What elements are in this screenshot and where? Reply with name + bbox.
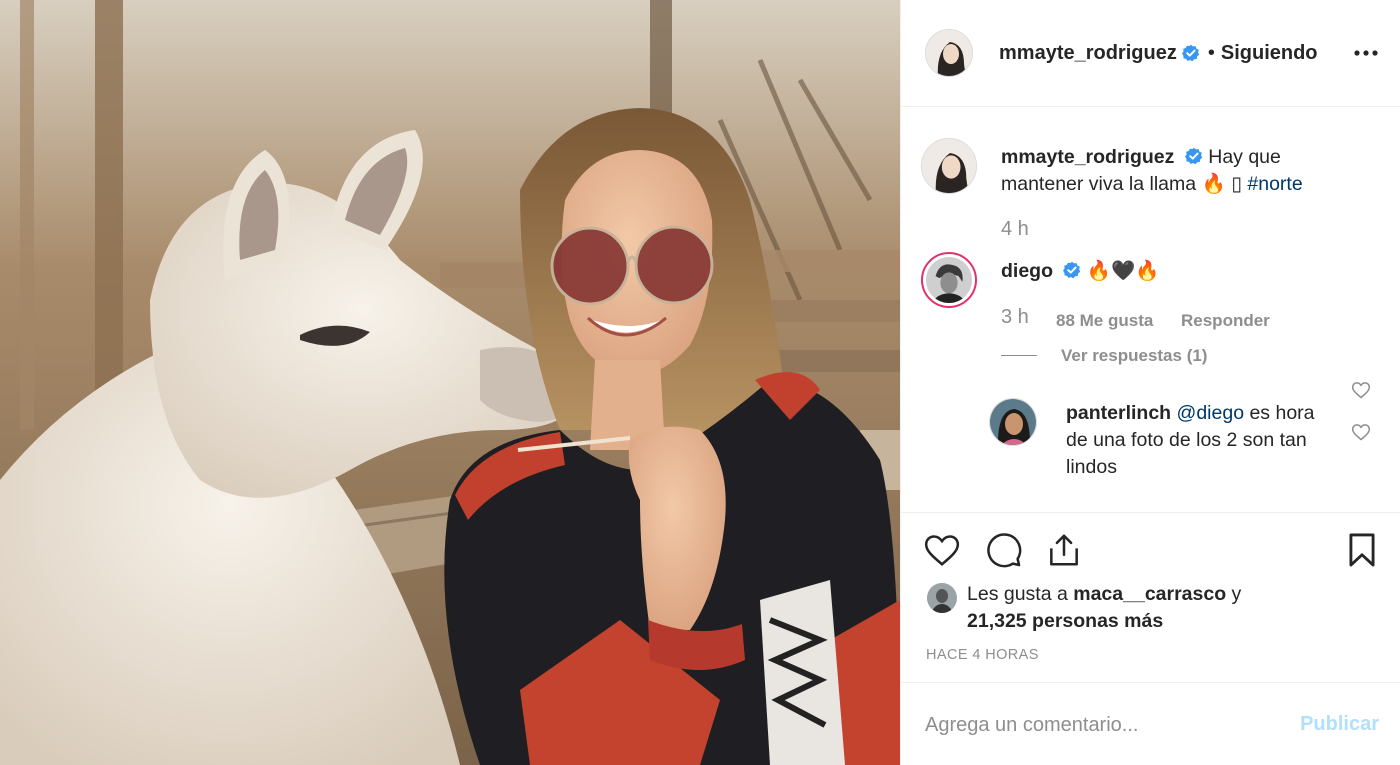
liker-username[interactable]: maca__carrasco xyxy=(1073,583,1226,605)
replier-avatar[interactable] xyxy=(989,398,1037,446)
comment-time[interactable]: 3 h xyxy=(1001,306,1029,329)
likes-summary: Les gusta a maca__carrasco y 21,325 pers… xyxy=(925,581,1381,635)
reply-row: panterlinch @diego es hora de una foto d… xyxy=(989,398,1400,498)
likes-connector: y xyxy=(1226,583,1242,605)
verified-badge-icon xyxy=(1181,44,1200,62)
comment-composer: Publicar xyxy=(901,682,1400,765)
post-header: mmayte_rodriguez • Siguiendo xyxy=(901,0,1400,107)
commenter-avatar-story-ring[interactable] xyxy=(921,252,977,308)
comment-body: 🔥🖤🔥 xyxy=(1086,260,1160,282)
likes-text: Les gusta a maca__carrasco y 21,325 pers… xyxy=(925,581,1381,635)
view-replies-button[interactable]: Ver respuestas (1) xyxy=(1061,346,1207,366)
photo-illustration xyxy=(0,0,900,765)
post-photo[interactable] xyxy=(0,0,900,765)
publish-button[interactable]: Publicar xyxy=(1300,713,1379,736)
caption-username[interactable]: mmayte_rodriguez xyxy=(1001,146,1174,168)
reply-like-heart-icon[interactable] xyxy=(1351,422,1371,442)
header-separator: • xyxy=(1207,41,1215,64)
caption-avatar[interactable] xyxy=(921,138,977,194)
comment-text: diego 🔥🖤🔥 xyxy=(1001,258,1345,285)
comment-like-heart-icon[interactable] xyxy=(1351,380,1371,400)
post-actions: Les gusta a maca__carrasco y 21,325 pers… xyxy=(901,512,1400,682)
reply-username[interactable]: panterlinch xyxy=(1066,402,1171,424)
more-options-icon[interactable] xyxy=(1353,44,1379,62)
caption-emoji: 🔥 ▯ xyxy=(1201,173,1242,195)
comment-icon[interactable] xyxy=(985,531,1023,569)
comments-section: mmayte_rodriguez Hay que mantener viva l… xyxy=(901,108,1400,512)
verified-badge-icon xyxy=(1063,261,1081,279)
reply-button[interactable]: Responder xyxy=(1181,311,1270,331)
following-button[interactable]: Siguiendo xyxy=(1221,42,1318,65)
likes-count[interactable]: 21,325 personas más xyxy=(967,610,1163,632)
comment-likes-count[interactable]: 88 Me gusta xyxy=(1056,311,1153,331)
reply-mention[interactable]: @diego xyxy=(1177,402,1245,424)
caption-hashtag[interactable]: #norte xyxy=(1247,173,1302,195)
heart-icon[interactable] xyxy=(923,531,961,569)
verified-badge-icon xyxy=(1184,147,1203,165)
reply-text: panterlinch @diego es hora de una foto d… xyxy=(1066,400,1341,481)
caption-text: mmayte_rodriguez Hay que mantener viva l… xyxy=(1001,144,1345,198)
caption-time[interactable]: 4 h xyxy=(1001,218,1029,241)
post-timestamp[interactable]: HACE 4 HORAS xyxy=(926,647,1039,663)
replies-divider xyxy=(1001,355,1037,356)
comment-input[interactable] xyxy=(925,705,1285,745)
likes-prefix: Les gusta a xyxy=(967,583,1074,605)
bookmark-icon[interactable] xyxy=(1343,531,1381,569)
liker-avatar[interactable] xyxy=(927,583,957,613)
share-icon[interactable] xyxy=(1045,531,1083,569)
author-avatar[interactable] xyxy=(925,29,973,77)
caption-row: mmayte_rodriguez Hay que mantener viva l… xyxy=(921,138,1400,258)
comment-username[interactable]: diego xyxy=(1001,260,1053,282)
post-side-panel: mmayte_rodriguez • Siguiendo mmayte_rodr… xyxy=(900,0,1400,765)
author-username[interactable]: mmayte_rodriguez xyxy=(999,42,1177,65)
